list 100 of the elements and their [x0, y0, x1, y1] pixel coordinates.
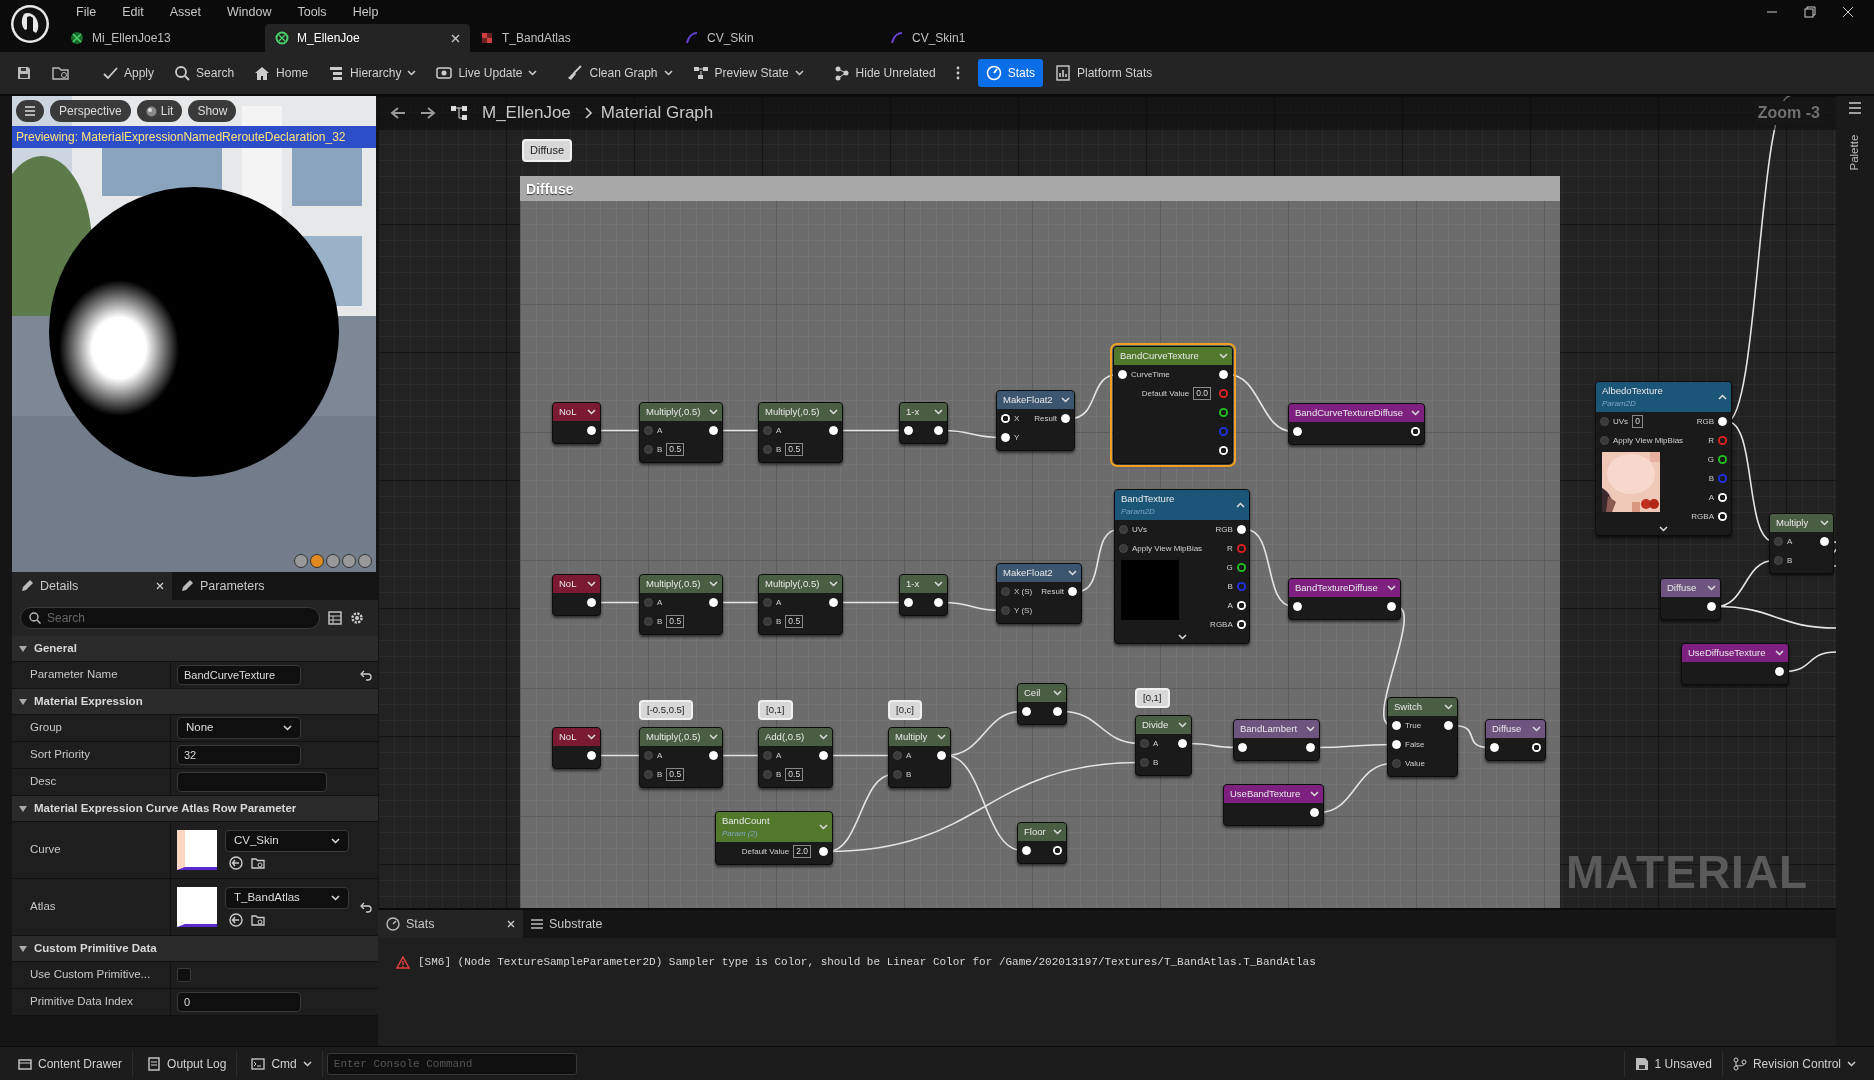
expand-icon[interactable]	[18, 644, 28, 653]
expand-icon[interactable]	[18, 804, 28, 813]
comment-bubble[interactable]: [0,c]	[888, 700, 922, 721]
toolbar-button[interactable]: Preview State	[684, 59, 812, 87]
grid-icon[interactable]	[328, 611, 342, 625]
pin-handle[interactable]	[1053, 846, 1062, 855]
pin-handle[interactable]	[1236, 544, 1246, 553]
graph-node[interactable]: NoL	[552, 727, 601, 769]
graph-node[interactable]: Diffuse	[1485, 719, 1546, 761]
close-icon[interactable]	[451, 33, 460, 43]
pin-handle[interactable]	[1140, 739, 1149, 748]
input-field[interactable]	[177, 772, 327, 792]
graph-node[interactable]: Multiply(,0.5) A B 0.5	[758, 402, 843, 463]
pin-handle[interactable]	[644, 426, 653, 435]
search-field[interactable]: Search	[20, 607, 320, 629]
toolbar-button[interactable]: Clean Graph	[559, 59, 681, 87]
menu-item[interactable]: Edit	[122, 2, 144, 22]
panel-tab[interactable]: Stats	[378, 910, 523, 938]
viewport-button[interactable]: Show	[188, 100, 237, 122]
pin-handle[interactable]	[1718, 493, 1727, 502]
pin-handle[interactable]	[1236, 601, 1246, 610]
asset-dropdown[interactable]: CV_Skin	[225, 830, 349, 852]
pin-handle[interactable]	[1140, 758, 1149, 767]
use-selected-icon[interactable]	[229, 856, 243, 870]
graph-node[interactable]: Multiply(,0.5) A B 0.5	[758, 574, 843, 635]
pin-handle[interactable]	[644, 598, 653, 607]
graph-node[interactable]: Multiply A B	[1769, 513, 1834, 574]
value-field[interactable]: 0.5	[666, 615, 685, 628]
browse-icon[interactable]	[251, 856, 265, 870]
comment-bubble[interactable]: [0,1]	[758, 700, 793, 721]
pin-handle[interactable]	[763, 770, 772, 779]
close-icon[interactable]	[156, 582, 164, 590]
checkbox[interactable]	[177, 968, 191, 982]
menu-item[interactable]: File	[76, 2, 97, 22]
pin-handle[interactable]	[1219, 427, 1228, 436]
restore-icon[interactable]	[1804, 6, 1816, 18]
editor-tab[interactable]: M_EllenJoe	[265, 24, 470, 52]
collapse-icon[interactable]	[1236, 502, 1245, 508]
pin-handle[interactable]	[1236, 620, 1246, 629]
pin-handle[interactable]	[1001, 587, 1010, 596]
close-icon[interactable]	[1842, 6, 1854, 18]
value-field[interactable]: 2.0	[793, 845, 811, 858]
expand-icon[interactable]	[18, 944, 28, 953]
pin-handle[interactable]	[1774, 537, 1783, 546]
breadcrumb-item[interactable]: M_EllenJoe	[482, 100, 571, 126]
status-button[interactable]: Revision Control	[1721, 1050, 1866, 1077]
graph-node[interactable]: Multiply(,0.5) A B 0.5	[639, 727, 723, 788]
close-icon[interactable]	[507, 920, 515, 928]
console-input[interactable]: Enter Console Command	[326, 1052, 577, 1075]
browse-icon[interactable]	[251, 913, 265, 927]
graph-node[interactable]: UseBandTexture	[1223, 784, 1324, 826]
pin-handle[interactable]	[1718, 512, 1727, 521]
input-field[interactable]: 0	[177, 992, 301, 1012]
toolbar-button[interactable]: Home	[246, 59, 317, 87]
pin-handle[interactable]	[1219, 408, 1228, 417]
pin-handle[interactable]	[1219, 446, 1228, 455]
graph-node[interactable]: Switch True False Value	[1387, 697, 1458, 777]
graph-node[interactable]: Multiply(,0.5) A B 0.5	[639, 402, 723, 463]
forward-icon[interactable]	[420, 106, 436, 120]
toolbar-button[interactable]: Search	[166, 59, 243, 87]
graph-node[interactable]: NoL	[552, 574, 601, 616]
viewport-button[interactable]: Lit	[136, 100, 183, 122]
menu-item[interactable]: Asset	[169, 2, 201, 22]
graph-node[interactable]: BandCount Param (2) Default Value 2.0	[715, 811, 833, 865]
pin-handle[interactable]	[763, 751, 772, 760]
graph-node[interactable]: BandCurveTextureDiffuse	[1288, 403, 1425, 445]
pin-handle[interactable]	[1532, 743, 1541, 752]
back-icon[interactable]	[390, 106, 406, 120]
pin-handle[interactable]	[763, 617, 772, 626]
expand-icon[interactable]	[1659, 526, 1668, 532]
graph-node[interactable]: Divide A B	[1135, 715, 1192, 776]
pin-handle[interactable]	[1236, 582, 1246, 591]
pin-handle[interactable]	[644, 617, 653, 626]
graph-node[interactable]: BandTexture Param2D UVs Apply View MipBias RGB R G B A RGBA	[1114, 489, 1250, 644]
asset-dropdown[interactable]: T_BandAtlas	[225, 887, 349, 909]
pin-handle[interactable]	[893, 770, 902, 779]
breadcrumb-item[interactable]: Material Graph	[600, 100, 714, 126]
toolbar-button[interactable]: Hide Unrelated	[825, 59, 944, 87]
pin-handle[interactable]	[1392, 759, 1401, 768]
menu-icon[interactable]	[1849, 102, 1861, 114]
value-field[interactable]: 0.5	[785, 615, 804, 628]
toolbar-button[interactable]: Hierarchy	[320, 59, 425, 87]
pin-handle[interactable]	[1718, 455, 1727, 464]
pin-handle[interactable]	[1600, 436, 1609, 445]
pin-handle[interactable]	[1411, 427, 1420, 436]
pin-handle[interactable]	[1119, 544, 1128, 553]
value-field[interactable]: 0.0	[1193, 387, 1211, 400]
toolbar-button[interactable]: Live Update	[428, 59, 546, 87]
comment-bubble[interactable]: [-0.5,0.5]	[639, 700, 693, 721]
toolbar-button[interactable]: Platform Stats	[1047, 59, 1161, 87]
graph-node[interactable]: MakeFloat2 X (S) Y (S) Result	[996, 563, 1082, 624]
toolbar-button[interactable]: Apply	[94, 59, 163, 87]
graph-node[interactable]: AlbedoTexture Param2D UVs 0 Apply View MipBias RGB R G B A RGBA	[1595, 381, 1732, 536]
pin-handle[interactable]	[763, 445, 772, 454]
status-button[interactable]: Cmd	[241, 1050, 323, 1077]
dropdown[interactable]: None	[177, 717, 301, 739]
value-field[interactable]: 0.5	[785, 768, 804, 781]
pin-handle[interactable]	[1718, 474, 1727, 483]
use-selected-icon[interactable]	[229, 913, 243, 927]
value-field[interactable]: 0.5	[785, 443, 804, 456]
